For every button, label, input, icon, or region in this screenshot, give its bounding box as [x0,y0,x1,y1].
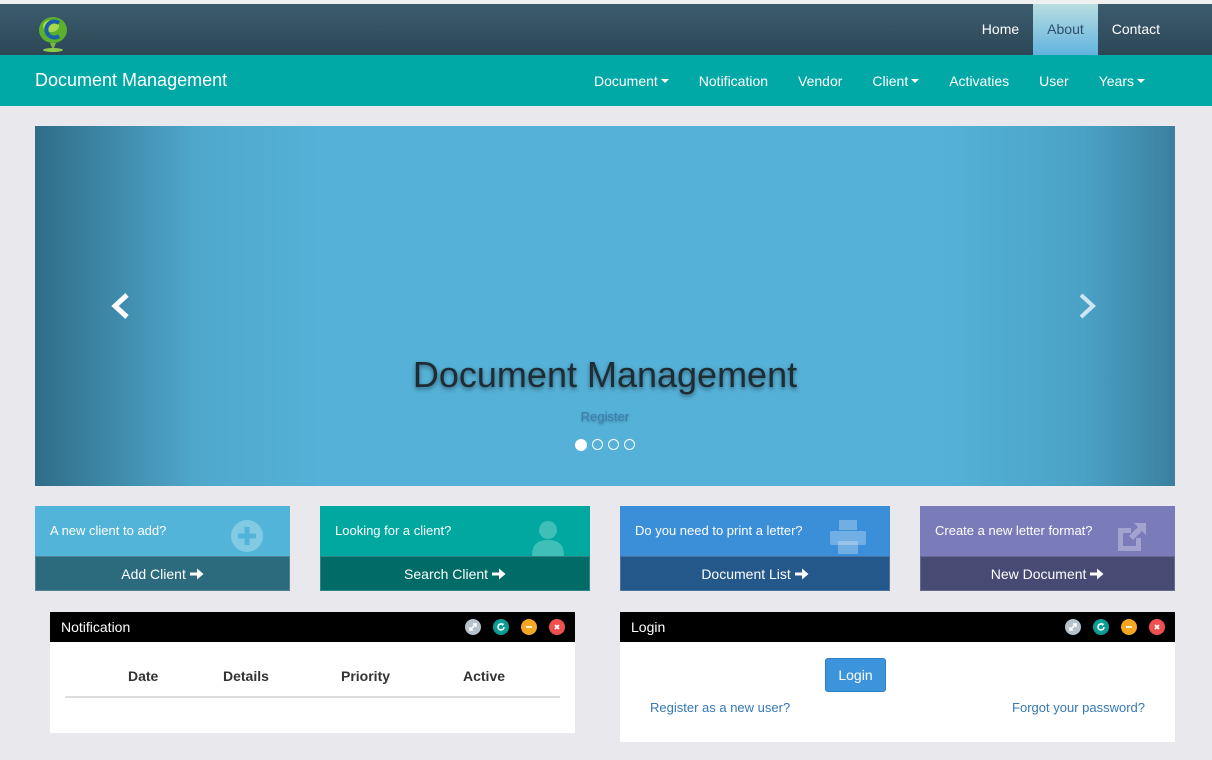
notification-panel: Notification Date Details Priority Activ… [50,612,575,733]
hero-carousel: Document Management Register [35,126,1175,486]
search-client-button[interactable]: Search Client [320,556,590,591]
panel-title: Login [631,619,666,635]
tile-new-document: Create a new letter format? New Document [920,506,1175,591]
print-icon [830,520,866,554]
forgot-password-link[interactable]: Forgot your password? [1012,700,1145,715]
minimize-icon[interactable] [1121,619,1137,635]
tile-add-client: A new client to add? Add Client [35,506,290,591]
tile-action-label: New Document [990,566,1087,582]
expand-icon[interactable] [1065,619,1081,635]
caret-down-icon [911,78,920,83]
carousel-indicator[interactable] [608,439,619,450]
minimize-icon[interactable] [521,619,537,635]
refresh-icon[interactable] [493,619,509,635]
tile-document-list: Do you need to print a letter? Document … [620,506,890,591]
panel-header: Login [620,612,1175,642]
nav-label: Years [1098,72,1134,89]
nav-client-dropdown[interactable]: Client [857,55,934,106]
panel-controls [465,619,565,635]
close-icon[interactable] [549,619,565,635]
nav-vendor[interactable]: Vendor [783,55,857,106]
refresh-icon[interactable] [1093,619,1109,635]
user-icon [532,521,564,556]
column-header: Priority [341,668,391,684]
tile-action-label: Search Client [404,566,489,582]
top-nav-about[interactable]: About [1033,4,1098,55]
nav-notification[interactable]: Notification [684,55,783,106]
nav-activities[interactable]: Activaties [934,55,1024,106]
tile-action-label: Document List [701,566,791,582]
column-header: Active [463,668,506,684]
login-button[interactable]: Login [825,658,886,692]
register-link[interactable]: Register as a new user? [650,700,790,715]
app-logo[interactable] [36,14,70,54]
arrow-right-icon [794,568,809,580]
carousel-next-chevron-right-icon[interactable] [1071,291,1101,321]
carousel-prev-chevron-left-icon[interactable] [107,291,137,321]
carousel-indicator[interactable] [575,439,587,451]
nav-label: Document [593,72,658,89]
login-panel: Login Login Register as a new user? Forg… [620,612,1175,742]
caret-down-icon [1137,78,1145,83]
tile-search-client: Looking for a client? Search Client [320,506,590,591]
column-header: Details [223,668,269,684]
close-icon[interactable] [1149,619,1165,635]
arrow-right-icon [1090,568,1104,580]
top-header-bar: Home About Contact [0,0,1212,55]
carousel-register-link[interactable]: Register [35,409,1175,424]
carousel-indicator[interactable] [624,439,635,450]
nav-years-dropdown[interactable]: Years [1084,55,1160,106]
top-nav: Home About Contact [968,4,1174,55]
document-list-button[interactable]: Document List [620,556,890,591]
carousel-indicator[interactable] [592,439,603,450]
main-nav: Document Notification Vendor Client Acti… [579,55,1160,106]
column-header: Date [128,668,159,684]
arrow-right-icon [189,568,204,580]
carousel-indicators [575,439,635,451]
carousel-slide-title: Document Management [412,354,798,395]
panel-controls [1065,619,1165,635]
panel-header: Notification [50,612,575,642]
tile-action-label: Add Client [121,566,186,582]
top-nav-home[interactable]: Home [968,4,1033,55]
plus-circle-icon [231,520,263,552]
top-nav-contact[interactable]: Contact [1098,4,1174,55]
caret-down-icon [660,78,669,83]
nav-label: Client [872,72,909,89]
brand-title[interactable]: Document Management [35,55,227,106]
notification-table-header: Date Details Priority Active [65,668,560,698]
nav-document-dropdown[interactable]: Document [579,55,684,106]
expand-icon[interactable] [465,619,481,635]
add-client-button[interactable]: Add Client [35,556,290,591]
arrow-right-icon [491,568,506,580]
nav-user[interactable]: User [1024,55,1084,106]
new-document-button[interactable]: New Document [920,556,1175,591]
main-navbar: Document Management Document Notificatio… [0,55,1212,106]
panel-title: Notification [61,619,131,635]
external-link-icon [1118,523,1146,551]
